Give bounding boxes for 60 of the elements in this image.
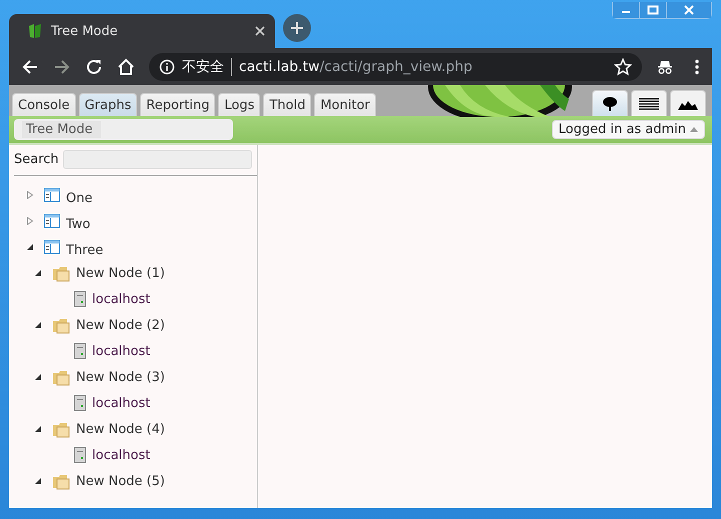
star-icon[interactable]: [614, 58, 632, 76]
tree-item[interactable]: Two: [66, 210, 90, 232]
server-icon: [74, 291, 86, 307]
tree-item[interactable]: localhost: [92, 292, 150, 306]
search-field[interactable]: [62, 150, 252, 169]
reload-icon[interactable]: [85, 58, 103, 76]
browser-tab[interactable]: Tree Mode: [9, 14, 275, 48]
server-icon: [74, 395, 86, 411]
info-icon: [159, 58, 175, 74]
user-menu[interactable]: Logged in as admin: [552, 120, 705, 139]
nav-tab[interactable]: Graphs: [78, 93, 138, 116]
security-label: 不安全: [182, 58, 224, 76]
tree-item[interactable]: New Node (5): [76, 474, 165, 488]
tree-item[interactable]: New Node (2): [76, 318, 165, 332]
expander-icon[interactable]: [34, 269, 42, 277]
tree-item[interactable]: localhost: [92, 344, 150, 358]
list-view-button[interactable]: [631, 90, 667, 116]
home-icon[interactable]: [117, 58, 135, 76]
forward-icon[interactable]: [53, 58, 71, 76]
folder-icon: [52, 368, 70, 386]
list-icon: [639, 96, 659, 110]
preview-view-button[interactable]: [670, 90, 706, 116]
tree-item[interactable]: Three: [66, 236, 104, 258]
nav-tab[interactable]: Reporting: [140, 93, 216, 116]
tree-view-button[interactable]: [592, 90, 628, 116]
tree-item[interactable]: New Node (3): [76, 370, 165, 384]
user-label: Logged in as admin: [558, 122, 686, 137]
folder-icon: [52, 264, 70, 282]
new-tab-button[interactable]: [283, 14, 311, 42]
nav-tab[interactable]: Logs: [218, 93, 260, 116]
server-icon: [74, 343, 86, 359]
tree-item[interactable]: One: [66, 184, 92, 206]
leaf-icon: [27, 23, 43, 39]
folder-icon: [52, 316, 70, 334]
url-text: cacti.lab.tw/cacti/graph_view.php: [239, 58, 474, 74]
folder-icon: [52, 472, 70, 490]
tree-item[interactable]: localhost: [92, 396, 150, 410]
expander-icon[interactable]: [34, 477, 42, 485]
expander-icon[interactable]: [26, 243, 34, 251]
close-icon[interactable]: [667, 2, 711, 18]
tree-item[interactable]: New Node (1): [76, 266, 165, 280]
minimize-icon[interactable]: [613, 2, 640, 18]
server-icon: [74, 447, 86, 463]
address-bar[interactable]: 不安全 cacti.lab.tw/cacti/graph_view.php: [149, 52, 642, 80]
back-icon[interactable]: [21, 58, 39, 76]
tree-item[interactable]: New Node (4): [76, 422, 165, 436]
close-icon[interactable]: [255, 26, 265, 36]
expander-icon[interactable]: [34, 321, 42, 329]
nav-tab[interactable]: Console: [12, 93, 76, 116]
search-label: Search: [14, 152, 59, 167]
nav-tab[interactable]: Thold: [263, 93, 312, 116]
maximize-icon[interactable]: [640, 2, 667, 18]
expander-icon[interactable]: [34, 425, 42, 433]
nav-tab[interactable]: Monitor: [314, 93, 376, 116]
breadcrumb-item[interactable]: Tree Mode: [22, 121, 101, 138]
expander-icon[interactable]: [34, 373, 42, 381]
tab-title: Tree Mode: [51, 24, 119, 38]
folder-icon: [52, 420, 70, 438]
tree-item[interactable]: localhost: [92, 448, 150, 462]
caret-icon: [690, 127, 698, 132]
